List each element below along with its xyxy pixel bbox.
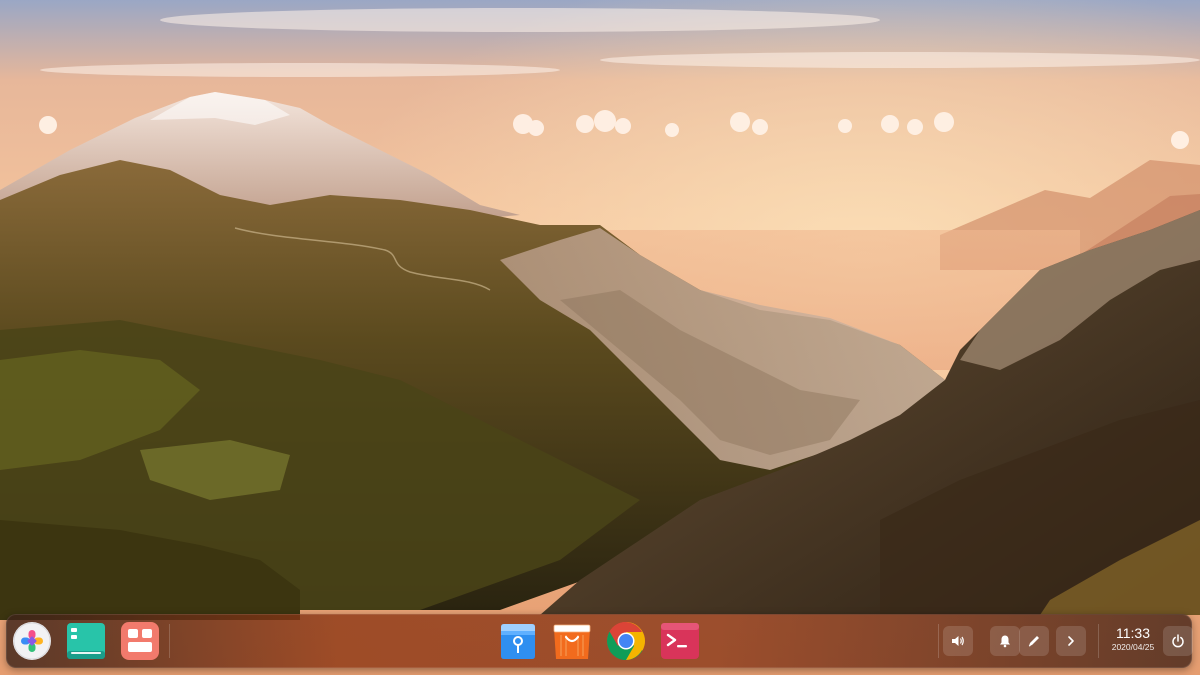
desktop-wallpaper [0,0,1200,675]
chevron-right-icon [1068,636,1074,646]
app-store-button[interactable] [552,621,592,661]
clock-time: 11:33 [1116,625,1150,641]
launcher-button[interactable] [12,621,52,661]
chrome-icon [607,622,645,660]
dock-separator [938,624,939,658]
dock-separator [169,624,170,658]
volume-icon [952,636,964,646]
power-button[interactable] [1163,626,1193,656]
file-manager-icon [501,624,535,659]
clock[interactable]: 11:33 2020/04/25 [1107,625,1159,653]
expand-tray-button[interactable] [1056,626,1086,656]
clock-date: 2020/04/25 [1111,642,1155,652]
pen-button[interactable] [1019,626,1049,656]
chrome-button[interactable] [606,621,646,661]
bell-icon [1000,635,1010,648]
pen-icon [1028,636,1039,647]
terminal-button[interactable] [660,621,700,661]
volume-button[interactable] [943,626,973,656]
workspace-manager-button[interactable] [120,621,160,661]
terminal-icon [661,623,699,659]
dock-separator [1098,624,1099,658]
multitasking-view-button[interactable] [66,621,106,661]
notifications-button[interactable] [990,626,1020,656]
taskbar-dock: 11:33 2020/04/25 [6,614,1193,668]
workspace-grid-icon [121,622,159,660]
launcher-icon [13,622,51,660]
app-store-icon [553,624,591,659]
multitasking-icon [67,623,105,659]
file-manager-button[interactable] [498,621,538,661]
power-icon [1172,634,1184,648]
